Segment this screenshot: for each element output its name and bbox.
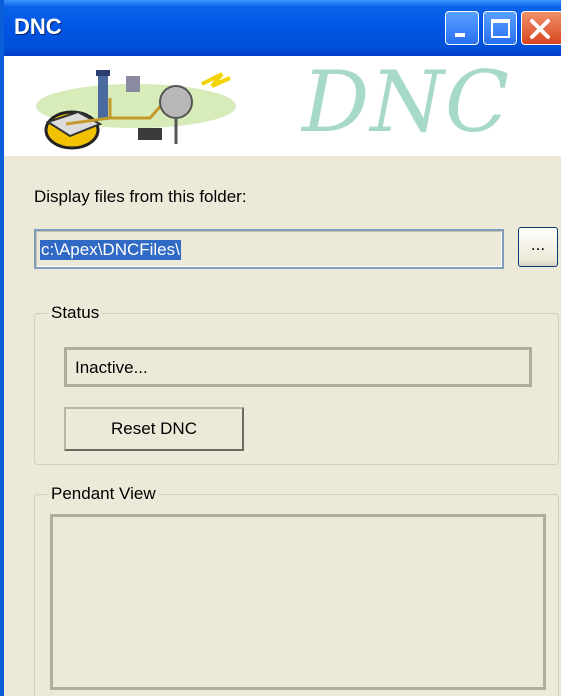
close-button[interactable] <box>521 11 561 45</box>
folder-path-field[interactable]: c:\Apex\DNCFiles\ <box>34 229 504 269</box>
close-icon <box>530 19 550 39</box>
browse-button[interactable]: ... <box>518 227 558 267</box>
pendant-view-title: Pendant View <box>48 484 159 504</box>
brand-text: DNC <box>302 53 511 151</box>
minimize-button[interactable] <box>445 11 479 45</box>
window-title: DNC <box>14 14 62 39</box>
status-value: Inactive... <box>75 358 148 377</box>
title-bar[interactable]: DNC <box>4 0 561 56</box>
reset-dnc-button[interactable]: Reset DNC <box>64 407 244 451</box>
folder-path-value[interactable]: c:\Apex\DNCFiles\ <box>40 240 181 260</box>
dnc-window: DNC DNC Display files from this folder: … <box>0 0 561 696</box>
banner: DNC <box>4 56 561 156</box>
status-group-title: Status <box>48 303 103 323</box>
maximize-icon <box>491 19 510 38</box>
minimize-icon <box>455 33 465 37</box>
maximize-button[interactable] <box>483 11 517 45</box>
network-devices-icon <box>36 70 236 150</box>
folder-label: Display files from this folder: <box>34 187 247 206</box>
pendant-view-area <box>50 514 546 690</box>
status-field: Inactive... <box>64 347 532 387</box>
